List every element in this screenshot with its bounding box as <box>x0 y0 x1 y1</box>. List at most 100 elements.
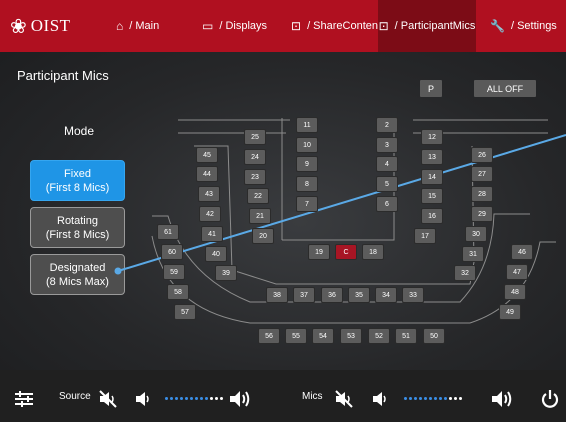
nav-main[interactable]: ⌂ / Main <box>116 0 196 52</box>
mic-button-13[interactable]: 13 <box>422 150 442 164</box>
mic-button-42[interactable]: 42 <box>200 207 220 221</box>
nav-participantmics[interactable]: ⊡ / ParticipantMics <box>378 0 476 52</box>
level-dot <box>200 396 203 400</box>
mic-button-c[interactable]: C <box>336 245 356 259</box>
mic-button-29[interactable]: 29 <box>472 207 492 221</box>
mic-button-14[interactable]: 14 <box>422 170 442 184</box>
mics-mute-icon[interactable] <box>333 388 355 410</box>
mode-designated-line2: (8 Mics Max) <box>46 275 109 288</box>
mic-button-6[interactable]: 6 <box>377 197 397 211</box>
mode-rotating-line2: (First 8 Mics) <box>45 228 110 241</box>
mic-button-61[interactable]: 61 <box>158 225 178 239</box>
page-title: Participant Mics <box>17 68 109 83</box>
level-dot <box>215 396 218 400</box>
mic-button-2[interactable]: 2 <box>377 118 397 132</box>
mic-button-10[interactable]: 10 <box>297 138 317 152</box>
mic-button-24[interactable]: 24 <box>245 150 265 164</box>
mic-button-22[interactable]: 22 <box>248 189 268 203</box>
mic-button-5[interactable]: 5 <box>377 177 397 191</box>
mic-button-37[interactable]: 37 <box>294 288 314 302</box>
share-icon: ⊡ <box>291 19 302 33</box>
mode-fixed-line2: (First 8 Mics) <box>45 181 110 194</box>
mic-button-41[interactable]: 41 <box>202 227 222 241</box>
level-dot <box>444 396 447 400</box>
mic-button-30[interactable]: 30 <box>466 227 486 241</box>
level-dot <box>409 396 412 400</box>
mic-button-54[interactable]: 54 <box>313 329 333 343</box>
mic-button-27[interactable]: 27 <box>472 167 492 181</box>
mic-button-60[interactable]: 60 <box>162 245 182 259</box>
mic-button-31[interactable]: 31 <box>463 247 483 261</box>
all-off-button[interactable]: ALL OFF <box>474 80 536 97</box>
mic-button-15[interactable]: 15 <box>422 189 442 203</box>
mics-volume-down-icon[interactable] <box>371 388 389 410</box>
p-button[interactable]: P <box>420 80 442 97</box>
logo-text: OIST <box>30 16 71 35</box>
mic-button-11[interactable]: 11 <box>297 118 317 132</box>
mic-button-8[interactable]: 8 <box>297 177 317 191</box>
level-dot <box>180 396 183 400</box>
mic-button-44[interactable]: 44 <box>197 167 217 181</box>
source-volume-up-icon[interactable] <box>228 388 254 410</box>
mic-button-55[interactable]: 55 <box>286 329 306 343</box>
mics-label: Mics <box>302 391 323 402</box>
mics-level-meter[interactable] <box>404 393 462 403</box>
mic-button-45[interactable]: 45 <box>197 148 217 162</box>
nav-displays[interactable]: ▭ / Displays <box>202 0 282 52</box>
level-dot <box>439 396 442 400</box>
mic-button-39[interactable]: 39 <box>216 266 236 280</box>
nav-settings-label: / Settings <box>510 20 557 32</box>
mic-button-19[interactable]: 19 <box>309 245 329 259</box>
source-level-meter[interactable] <box>165 393 223 403</box>
mic-button-36[interactable]: 36 <box>322 288 342 302</box>
mode-designated-line1: Designated <box>49 261 106 274</box>
source-mute-icon[interactable] <box>97 388 119 410</box>
source-label: Source <box>59 391 91 402</box>
mic-button-23[interactable]: 23 <box>245 170 265 184</box>
mic-button-4[interactable]: 4 <box>377 157 397 171</box>
mic-button-57[interactable]: 57 <box>175 305 195 319</box>
mic-button-3[interactable]: 3 <box>377 138 397 152</box>
mic-button-16[interactable]: 16 <box>422 209 442 223</box>
mic-button-49[interactable]: 49 <box>500 305 520 319</box>
mic-button-28[interactable]: 28 <box>472 187 492 201</box>
mic-button-7[interactable]: 7 <box>297 197 317 211</box>
mic-button-52[interactable]: 52 <box>369 329 389 343</box>
level-dot <box>419 396 422 400</box>
mode-fixed-button[interactable]: Fixed (First 8 Mics) <box>30 160 125 201</box>
nav-settings[interactable]: 🔧 / Settings <box>490 0 566 52</box>
level-dot <box>190 396 193 400</box>
nav-sharecontent[interactable]: ⊡ / ShareContent <box>291 0 381 52</box>
mic-button-17[interactable]: 17 <box>415 229 435 243</box>
mic-button-46[interactable]: 46 <box>512 245 532 259</box>
source-volume-down-icon[interactable] <box>134 388 152 410</box>
mic-button-58[interactable]: 58 <box>168 285 188 299</box>
mic-button-53[interactable]: 53 <box>341 329 361 343</box>
mics-volume-up-icon[interactable] <box>490 388 516 410</box>
level-dot <box>205 396 208 400</box>
mode-designated-button[interactable]: Designated (8 Mics Max) <box>30 254 125 295</box>
mic-button-21[interactable]: 21 <box>250 209 270 223</box>
mic-button-9[interactable]: 9 <box>297 157 317 171</box>
mic-button-20[interactable]: 20 <box>253 229 273 243</box>
mic-button-32[interactable]: 32 <box>455 266 475 280</box>
mic-button-40[interactable]: 40 <box>206 247 226 261</box>
mic-button-43[interactable]: 43 <box>199 187 219 201</box>
power-icon[interactable] <box>538 388 562 410</box>
mic-button-18[interactable]: 18 <box>363 245 383 259</box>
mic-button-12[interactable]: 12 <box>422 130 442 144</box>
mic-button-34[interactable]: 34 <box>376 288 396 302</box>
mic-button-38[interactable]: 38 <box>267 288 287 302</box>
mic-button-56[interactable]: 56 <box>259 329 279 343</box>
mic-button-50[interactable]: 50 <box>424 329 444 343</box>
mic-button-48[interactable]: 48 <box>505 285 525 299</box>
mic-button-25[interactable]: 25 <box>245 130 265 144</box>
mic-button-26[interactable]: 26 <box>472 148 492 162</box>
mic-button-35[interactable]: 35 <box>349 288 369 302</box>
mic-button-59[interactable]: 59 <box>164 265 184 279</box>
mode-rotating-button[interactable]: Rotating (First 8 Mics) <box>30 207 125 248</box>
mic-button-47[interactable]: 47 <box>507 265 527 279</box>
mic-button-33[interactable]: 33 <box>403 288 423 302</box>
equalizer-icon[interactable] <box>12 388 36 410</box>
mic-button-51[interactable]: 51 <box>396 329 416 343</box>
